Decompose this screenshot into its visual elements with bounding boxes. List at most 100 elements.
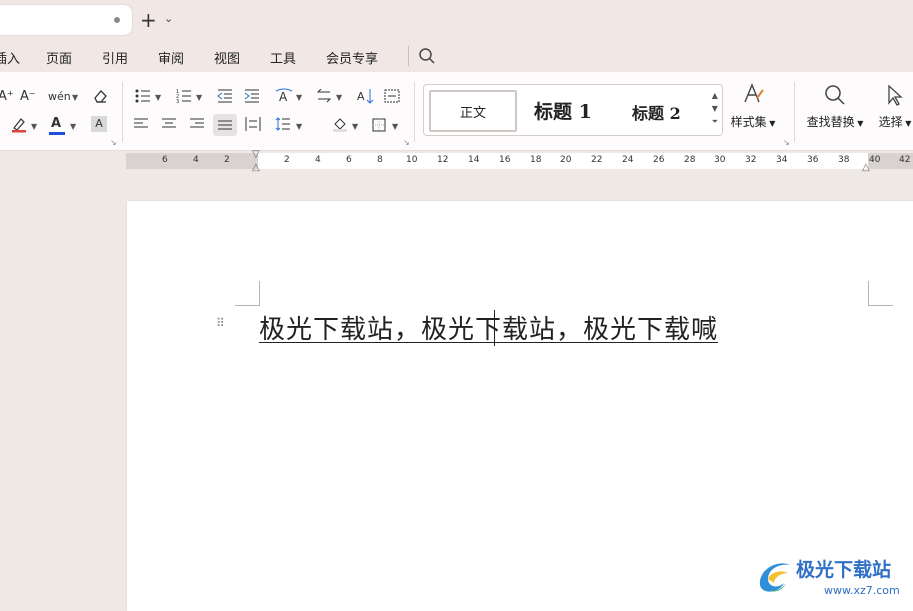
font-dialog-launcher-icon[interactable]: ↘ — [110, 138, 117, 147]
bullet-list-icon[interactable] — [135, 89, 151, 108]
style-set-button[interactable]: 样式集 ▼ — [730, 82, 776, 130]
shrink-font-icon[interactable]: A⁻ — [20, 89, 36, 105]
ruler-number: 14 — [468, 155, 480, 165]
ribbon-divider — [122, 82, 123, 142]
sort-direction-icon[interactable] — [316, 88, 332, 108]
menu-view[interactable]: 视图 — [214, 48, 240, 67]
new-tab-button[interactable]: + — [140, 10, 157, 30]
ribbon-divider — [794, 82, 795, 142]
style-heading-2[interactable]: 标题 2 — [632, 100, 681, 124]
align-right-icon[interactable] — [190, 118, 204, 135]
clear-format-icon[interactable] — [92, 88, 108, 109]
text-direction-icon[interactable]: A — [275, 88, 293, 109]
ruler-number: 28 — [684, 155, 696, 165]
document-page[interactable] — [127, 201, 913, 611]
highlighter-icon[interactable] — [10, 117, 28, 138]
menu-review[interactable]: 审阅 — [158, 48, 184, 67]
style-set-label: 样式集 — [730, 115, 767, 129]
document-body-text[interactable]: 极光下载站，极光下载站，极光下载喊 — [259, 309, 718, 346]
shading-icon[interactable] — [332, 116, 350, 137]
menu-tools[interactable]: 工具 — [270, 48, 296, 67]
select-button[interactable]: 选择 ▼ — [874, 84, 913, 130]
ruler-number: 32 — [745, 155, 757, 165]
style-normal[interactable]: 正文 — [429, 90, 517, 132]
distributed-icon[interactable] — [245, 117, 261, 136]
style-set-icon — [744, 83, 764, 103]
chevron-down-icon[interactable]: ▼ — [196, 93, 202, 102]
watermark-url: www.xz7.com — [824, 584, 900, 597]
ruler-number: 6 — [162, 155, 168, 165]
chevron-down-icon[interactable]: ▼ — [70, 122, 76, 131]
first-line-indent-marker-icon[interactable]: ▽ — [252, 149, 260, 160]
right-indent-marker-icon[interactable]: △ — [862, 162, 870, 173]
ruler-number: 2 — [284, 155, 290, 165]
ruler-number: 8 — [377, 155, 383, 165]
expand-gallery-icon[interactable]: ⏷ — [712, 115, 718, 128]
menu-insert[interactable]: 插入 — [0, 48, 20, 67]
align-left-icon[interactable] — [134, 118, 148, 135]
document-tab[interactable] — [0, 5, 132, 35]
borders-icon[interactable] — [372, 118, 386, 137]
ruler-number: 10 — [406, 155, 418, 165]
ruler-number: 24 — [622, 155, 634, 165]
ruler-number: 12 — [437, 155, 449, 165]
watermark-swirl-icon — [759, 563, 790, 592]
ruler-number: 18 — [530, 155, 542, 165]
align-center-icon[interactable] — [162, 118, 176, 135]
ruler-number: 20 — [560, 155, 572, 165]
scroll-down-icon[interactable]: ▼ — [712, 102, 718, 115]
style-heading-1[interactable]: 标题 1 — [534, 97, 592, 124]
paragraph-drag-handle-icon[interactable]: ⠿ — [216, 317, 226, 329]
ruler-number: 4 — [193, 155, 199, 165]
show-marks-icon[interactable] — [384, 89, 400, 108]
search-icon[interactable] — [418, 47, 436, 69]
chevron-down-icon[interactable]: ▼ — [352, 122, 358, 131]
margin-corner-top-right — [868, 281, 893, 306]
ribbon-divider — [414, 82, 415, 142]
unsaved-dot-icon[interactable] — [114, 17, 120, 23]
cursor-arrow-icon — [888, 84, 903, 106]
text-cursor — [494, 310, 495, 346]
chevron-down-icon[interactable]: ▼ — [392, 122, 398, 131]
numbered-list-icon[interactable]: 123 — [176, 89, 192, 108]
ruler-number: 42 — [899, 155, 911, 165]
ruler-number: 30 — [714, 155, 726, 165]
chevron-down-icon[interactable]: ▼ — [296, 93, 302, 102]
paragraph-dialog-launcher-icon[interactable]: ↘ — [403, 138, 410, 147]
decrease-indent-icon[interactable] — [217, 89, 233, 108]
font-color-swatch — [49, 132, 65, 135]
phonetic-guide-icon[interactable]: wén — [48, 89, 71, 105]
watermark-logo: 极光下载站 www.xz7.com — [754, 553, 913, 603]
font-color-button[interactable]: A — [51, 116, 61, 132]
chevron-down-icon[interactable]: ▼ — [155, 93, 161, 102]
chevron-down-icon[interactable]: ▼ — [296, 122, 302, 131]
find-replace-button[interactable]: 查找替换 ▼ — [804, 84, 866, 130]
chevron-down-icon[interactable]: ▼ — [31, 122, 37, 131]
svg-text:A: A — [357, 90, 365, 103]
styles-dialog-launcher-icon[interactable]: ↘ — [783, 138, 790, 147]
horizontal-ruler[interactable]: 6 4 2 2 4 6 8 10 12 14 16 18 20 22 24 26… — [126, 149, 913, 173]
increase-indent-icon[interactable] — [244, 89, 260, 108]
menu-member[interactable]: 会员专享 — [326, 48, 378, 67]
menu-divider — [408, 46, 409, 66]
menu-page[interactable]: 页面 — [46, 48, 72, 67]
ruler-number: 6 — [346, 155, 352, 165]
grow-font-icon[interactable]: A⁺ — [0, 89, 14, 105]
menu-reference[interactable]: 引用 — [102, 48, 128, 67]
ruler-number: 16 — [499, 155, 511, 165]
watermark-title: 极光下载站 — [796, 559, 892, 581]
chevron-down-icon[interactable]: ▼ — [72, 93, 78, 102]
hanging-indent-marker-icon[interactable]: △ — [252, 162, 260, 173]
style-gallery-scroll[interactable]: ▲ ▼ ⏷ — [712, 89, 718, 128]
svg-text:3: 3 — [176, 99, 179, 103]
new-tab-menu-icon[interactable]: ⌄ — [164, 12, 173, 25]
scroll-up-icon[interactable]: ▲ — [712, 89, 718, 102]
margin-corner-top-left — [235, 281, 260, 306]
char-shading-button[interactable]: A — [91, 116, 107, 132]
align-justify-icon[interactable] — [213, 114, 237, 136]
find-replace-label: 查找替换 — [806, 115, 855, 129]
chevron-down-icon[interactable]: ▼ — [336, 93, 342, 102]
ruler-number: 40 — [869, 155, 881, 165]
line-spacing-icon[interactable] — [275, 117, 291, 136]
sort-icon[interactable]: A — [357, 88, 375, 109]
